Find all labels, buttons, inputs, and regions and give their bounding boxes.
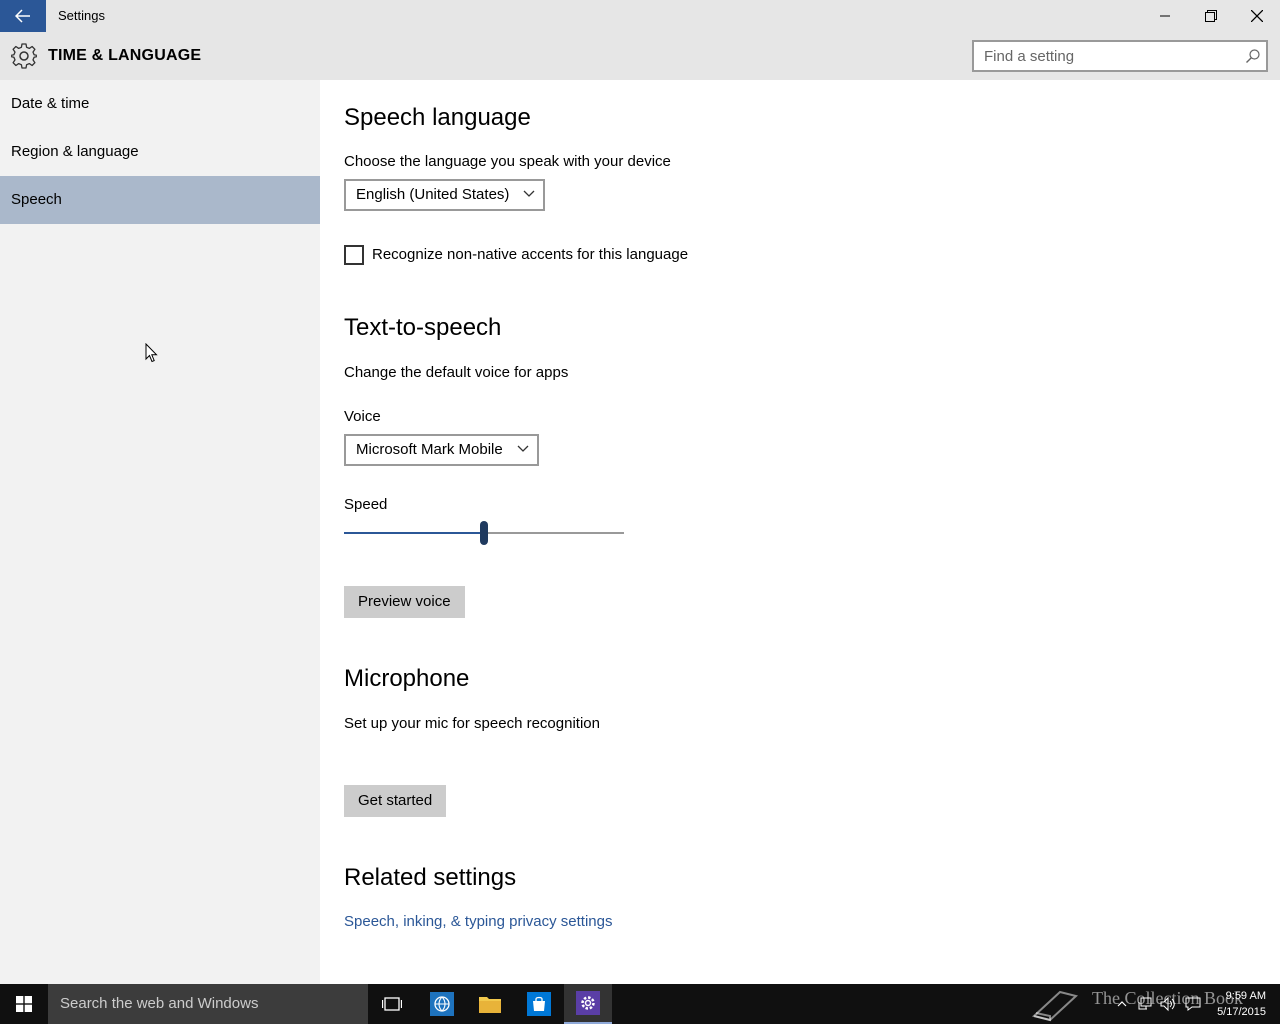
voice-value: Microsoft Mark Mobile xyxy=(356,441,503,458)
store-button[interactable] xyxy=(515,984,563,1024)
get-started-button[interactable]: Get started xyxy=(344,785,447,817)
sidebar: Date & time Region & language Speech xyxy=(0,80,320,984)
taskbar-search[interactable]: Search the web and Windows xyxy=(48,984,368,1024)
microphone-heading: Microphone xyxy=(344,665,470,692)
minimize-icon xyxy=(1160,15,1170,17)
sidebar-item-speech[interactable]: Speech xyxy=(0,176,320,224)
settings-taskbar-button[interactable] xyxy=(564,984,612,1024)
clock-date: 5/17/2015 xyxy=(1217,1006,1266,1018)
speed-label: Speed xyxy=(344,496,388,513)
close-icon xyxy=(1251,10,1263,22)
tts-description: Change the default voice for apps xyxy=(344,364,569,381)
speed-slider-track xyxy=(488,532,624,534)
search-box[interactable] xyxy=(972,40,1268,72)
edge-browser-button[interactable] xyxy=(418,984,466,1024)
settings-gear-icon xyxy=(576,991,600,1015)
arrow-left-icon xyxy=(15,9,30,23)
network-icon[interactable] xyxy=(1137,996,1153,1012)
speed-slider-thumb[interactable] xyxy=(480,521,488,545)
gear-icon xyxy=(11,43,37,69)
accent-checkbox-label[interactable]: Recognize non-native accents for this la… xyxy=(372,246,688,263)
clock-time: 9:59 AM xyxy=(1225,990,1266,1002)
accent-checkbox[interactable] xyxy=(344,245,364,265)
search-input[interactable] xyxy=(974,42,1244,70)
page-title: TIME & LANGUAGE xyxy=(48,47,202,64)
taskbar: Search the web and Windows The Collectio… xyxy=(0,984,1280,1024)
voice-dropdown[interactable]: Microsoft Mark Mobile xyxy=(344,434,539,466)
file-explorer-button[interactable] xyxy=(466,984,514,1024)
close-button[interactable] xyxy=(1234,0,1280,32)
book-logo-icon xyxy=(1031,990,1079,1022)
main-content: Speech language Choose the language you … xyxy=(320,80,1280,984)
chevron-down-icon xyxy=(523,190,535,197)
speech-language-dropdown[interactable]: English (United States) xyxy=(344,179,546,211)
start-button[interactable] xyxy=(0,984,48,1024)
taskbar-clock[interactable]: 9:59 AM 5/17/2015 xyxy=(1217,988,1266,1020)
voice-label: Voice xyxy=(344,408,381,425)
restore-icon xyxy=(1205,10,1217,22)
minimize-button[interactable] xyxy=(1142,0,1188,32)
chevron-down-icon xyxy=(517,445,529,452)
sidebar-item-region-language[interactable]: Region & language xyxy=(0,128,320,176)
windows-logo-icon xyxy=(16,996,32,1012)
action-center-icon[interactable] xyxy=(1185,996,1201,1012)
mouse-cursor-icon xyxy=(145,343,158,363)
chevron-up-icon[interactable] xyxy=(1114,996,1130,1012)
microphone-description: Set up your mic for speech recognition xyxy=(344,715,600,732)
task-view-button[interactable] xyxy=(368,984,416,1024)
task-view-icon xyxy=(382,997,402,1011)
window-title: Settings xyxy=(58,8,105,23)
preview-voice-button[interactable]: Preview voice xyxy=(344,586,465,618)
settings-header: TIME & LANGUAGE xyxy=(0,32,1280,80)
speed-slider-fill xyxy=(344,532,480,534)
restore-button[interactable] xyxy=(1188,0,1234,32)
search-icon[interactable] xyxy=(1246,49,1260,63)
privacy-settings-link[interactable]: Speech, inking, & typing privacy setting… xyxy=(344,913,612,930)
sidebar-item-date-time[interactable]: Date & time xyxy=(0,80,320,128)
store-icon xyxy=(527,992,551,1016)
speech-language-value: English (United States) xyxy=(356,186,510,203)
title-bar: Settings xyxy=(0,0,1280,32)
file-explorer-icon xyxy=(479,997,501,1013)
tts-heading: Text-to-speech xyxy=(344,314,502,341)
volume-icon[interactable] xyxy=(1160,996,1176,1012)
edge-browser-icon xyxy=(430,992,454,1016)
speed-slider[interactable] xyxy=(344,521,624,545)
back-button[interactable] xyxy=(0,0,46,32)
speech-language-heading: Speech language xyxy=(344,104,531,131)
related-settings-heading: Related settings xyxy=(344,864,517,891)
speech-language-description: Choose the language you speak with your … xyxy=(344,153,671,170)
